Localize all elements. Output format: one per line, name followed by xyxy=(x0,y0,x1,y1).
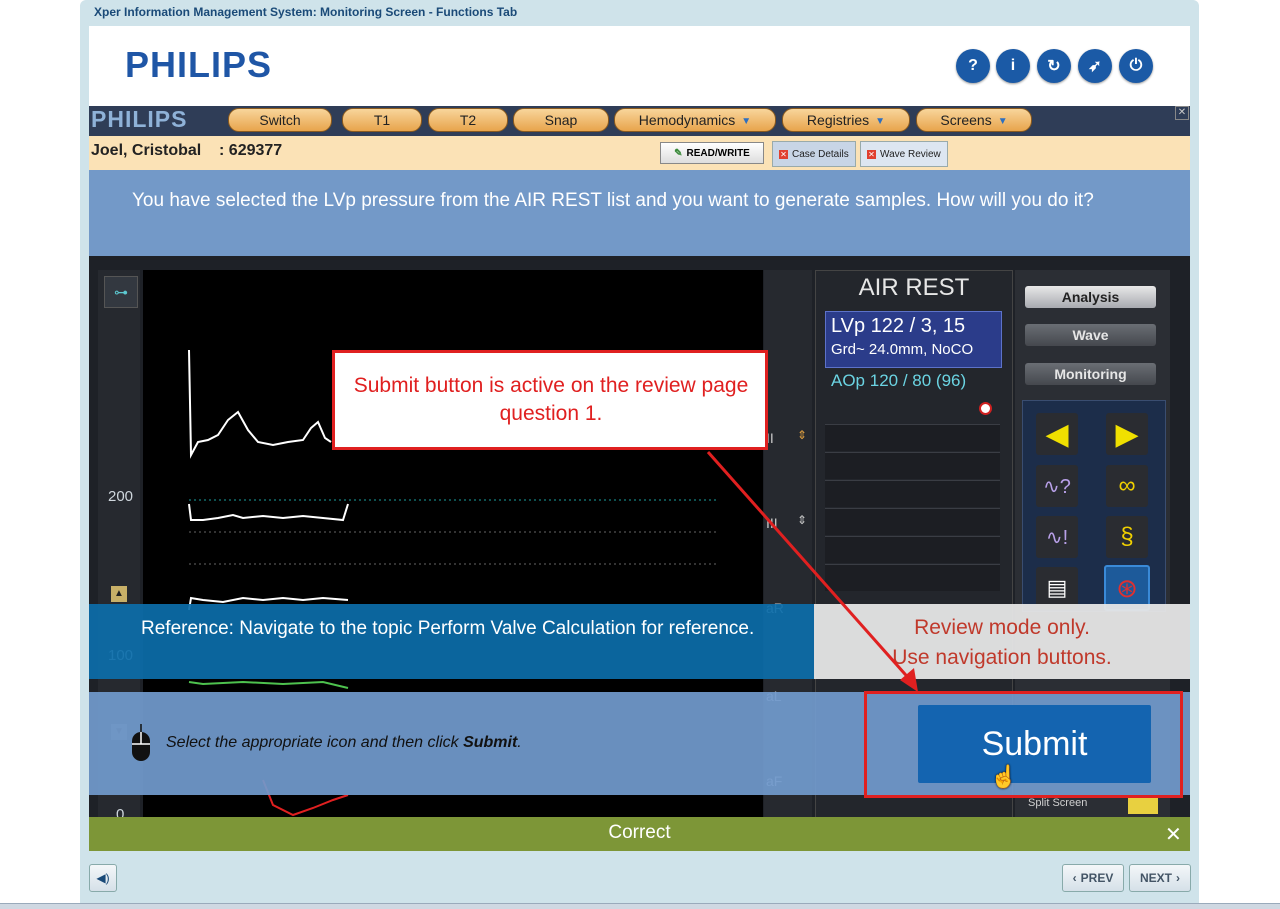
prev-button[interactable]: ‹ PREV xyxy=(1062,864,1124,892)
arrow-line xyxy=(706,451,914,683)
taskbar xyxy=(0,903,1280,909)
callout-text: Submit button is active on the review pa… xyxy=(353,374,749,425)
callout-arrow xyxy=(706,451,918,692)
next-button[interactable]: NEXT › xyxy=(1129,864,1191,892)
chevron-left-icon: ‹ xyxy=(1072,871,1077,885)
speaker-icon[interactable]: ◀) xyxy=(89,864,117,892)
close-icon[interactable]: ✕ xyxy=(1165,822,1182,847)
chevron-right-icon: › xyxy=(1176,871,1180,885)
footer-bar xyxy=(89,851,1190,908)
result-text: Correct xyxy=(608,822,671,843)
